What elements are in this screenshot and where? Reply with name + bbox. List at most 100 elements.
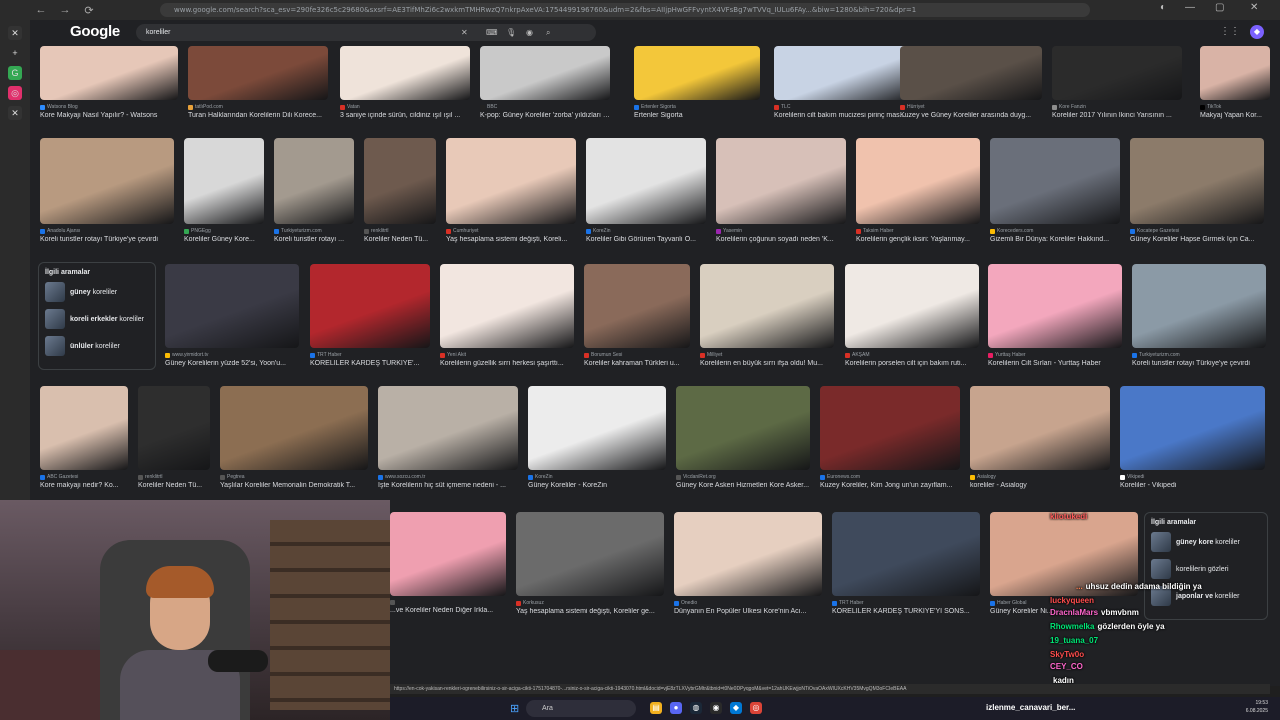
search-icon[interactable]: ⌕ <box>546 24 550 41</box>
result-caption[interactable]: K-pop: Güney Koreliler 'zorba' yıldızlar… <box>480 112 610 119</box>
result-thumbnail[interactable] <box>674 512 822 596</box>
taskbar-window-title[interactable]: izlenme_canavari_ber... <box>986 703 1075 712</box>
image-result[interactable]: TikTok Makyaj Yapan Kor... <box>1200 46 1270 119</box>
image-result[interactable]: renklitrtl Koreliler Neden Tü... <box>364 138 436 243</box>
result-source[interactable]: Hürriyet <box>900 104 1042 110</box>
result-source[interactable]: Ertenler Sigorta <box>634 104 760 110</box>
result-source[interactable]: Turkiyeturizm.com <box>1132 352 1266 358</box>
result-caption[interactable]: Güney Kore Askeri Hizmetleri Kore Asker.… <box>676 482 810 489</box>
result-thumbnail[interactable] <box>990 138 1120 224</box>
result-caption[interactable]: Koreliler kahraman Türkleri u... <box>584 360 690 367</box>
result-thumbnail[interactable] <box>1120 386 1265 470</box>
image-result[interactable]: Ertenler Sigorta Ertenler Sigorta <box>634 46 760 119</box>
result-source[interactable]: Kore Fanzin <box>1052 104 1182 110</box>
image-result[interactable]: Turkiyeturizm.com Koreli turistler rotayı… <box>274 138 354 243</box>
image-result[interactable]: Turkiyeturizm.com Koreli turistler rotayı… <box>1132 264 1266 367</box>
result-thumbnail[interactable] <box>364 138 436 224</box>
image-result[interactable]: Euronews.com Kuzey Koreliler, Kim Jong un… <box>820 386 960 489</box>
folder-icon[interactable]: ▤ <box>650 702 662 714</box>
result-source[interactable]: Pegtrea <box>220 474 368 480</box>
result-source[interactable]: Vatan <box>340 104 470 110</box>
result-source[interactable]: TRT Haber <box>832 600 980 606</box>
image-result[interactable]: Pegtrea Yaşlılar Koreliler Memorialin Dem… <box>220 386 368 489</box>
result-caption[interactable]: Yaş hesaplama sistemi değişti, Koreliler… <box>516 608 664 615</box>
result-thumbnail[interactable] <box>188 46 328 100</box>
image-result[interactable]: Taksim Haber Korelilerin gençlik iksiri: … <box>856 138 980 243</box>
steam-icon[interactable]: ◍ <box>690 702 702 714</box>
image-result[interactable]: TRT Haber KORELİLER KARDEŞ TÜRKİYE'... <box>310 264 430 367</box>
result-thumbnail[interactable] <box>634 46 760 100</box>
result-caption[interactable]: Güney Koreliler Hapse Girmek İçin Ca... <box>1130 236 1264 243</box>
result-thumbnail[interactable] <box>676 386 810 470</box>
windows-start-icon[interactable]: ⊞ <box>510 702 519 715</box>
x-icon[interactable]: ✕ <box>8 26 22 40</box>
apps-icon[interactable]: ⋮⋮ <box>1220 26 1240 37</box>
result-thumbnail[interactable] <box>138 386 210 470</box>
close-icon[interactable]: ✕ <box>1250 2 1258 13</box>
result-thumbnail[interactable] <box>1052 46 1182 100</box>
related-search-item[interactable]: koreli erkekler koreliler <box>45 309 149 329</box>
result-source[interactable]: TLC <box>774 104 916 110</box>
image-result[interactable]: Koreceders.com Gizemli Bir Dünya: Korelil… <box>990 138 1120 243</box>
image-result[interactable]: Asialogy koreliler - Asialogy <box>970 386 1110 489</box>
image-result[interactable]: Milliyet Korelilerin en büyük sırrı ifşa … <box>700 264 834 367</box>
result-source[interactable]: VicdaniRet.org <box>676 474 810 480</box>
result-caption[interactable]: Kore Makyajı Nasıl Yapılır? - Watsons <box>40 112 178 119</box>
result-caption[interactable]: Kore makyajı nedir? Ko... <box>40 482 128 489</box>
result-source[interactable]: Turkiyeturizm.com <box>274 228 354 234</box>
result-thumbnail[interactable] <box>390 512 506 596</box>
result-thumbnail[interactable] <box>1132 264 1266 348</box>
result-source[interactable]: PNGEgg <box>184 228 264 234</box>
result-source[interactable]: AKŞAM <box>845 352 979 358</box>
result-caption[interactable]: Korelilerin en büyük sırrı ifşa oldu! Mu… <box>700 360 834 367</box>
image-result[interactable]: PNGEgg Koreliler Güney Kore... <box>184 138 264 243</box>
result-thumbnail[interactable] <box>700 264 834 348</box>
result-thumbnail[interactable] <box>40 138 174 224</box>
image-result[interactable]: Onedio Dünyanın En Popüler Ülkesi Kore'ni… <box>674 512 822 615</box>
result-thumbnail[interactable] <box>716 138 846 224</box>
x-app-icon[interactable]: ✕ <box>8 106 22 120</box>
back-icon[interactable]: ← <box>32 1 50 19</box>
image-result[interactable]: Yeni Akit Korelilerin güzellik sırrı herk… <box>440 264 574 367</box>
result-thumbnail[interactable] <box>220 386 368 470</box>
app-icon[interactable]: ◆ <box>730 702 742 714</box>
result-caption[interactable]: Turan Halklarından Korelilerin Dili Kore… <box>188 112 328 119</box>
result-thumbnail[interactable] <box>165 264 299 348</box>
result-source[interactable]: BBC <box>480 104 610 110</box>
result-caption[interactable]: Korelilerin çoğunun soyadı neden 'K... <box>716 236 846 243</box>
result-source[interactable]: Euronews.com <box>820 474 960 480</box>
result-caption[interactable]: Koreliler Güney Kore... <box>184 236 264 243</box>
result-thumbnail[interactable] <box>310 264 430 348</box>
image-result[interactable]: TRT Haber KORELİLER KARDEŞ TÜRKİYE'Yİ SON… <box>832 512 980 615</box>
result-caption[interactable]: Dünyanın En Popüler Ülkesi Kore'nin Acı.… <box>674 608 822 615</box>
result-caption[interactable]: Koreli turistler rotayı Türkiye'ye çevir… <box>40 236 174 243</box>
result-source[interactable]: Korkusuz <box>516 600 664 606</box>
image-result[interactable]: Vikipedi Koreliler - Vikipedi <box>1120 386 1265 489</box>
image-result[interactable]: Kore Fanzin Koreliler 2017 Yılının İkinci… <box>1052 46 1182 119</box>
chrome-icon[interactable]: ◎ <box>750 702 762 714</box>
result-source[interactable]: TikTok <box>1200 104 1270 110</box>
result-thumbnail[interactable] <box>516 512 664 596</box>
result-caption[interactable]: KORELİLER KARDEŞ TÜRKİYE'Yİ SONS... <box>832 608 980 615</box>
image-result[interactable]: Korkusuz Yaş hesaplama sistemi değişti, K… <box>516 512 664 615</box>
result-source[interactable]: KoreZin <box>528 474 666 480</box>
result-thumbnail[interactable] <box>40 46 178 100</box>
result-caption[interactable]: Koreliler Gibi Görünen Tayvanlı O... <box>586 236 706 243</box>
result-thumbnail[interactable] <box>378 386 518 470</box>
result-caption[interactable]: Koreliler Neden Tü... <box>364 236 436 243</box>
result-caption[interactable]: Korelilerin güzellik sırrı herkesi şaşır… <box>440 360 574 367</box>
image-result[interactable]: Hürriyet Kuzey ve Güney Koreliler arasınd… <box>900 46 1042 119</box>
result-caption[interactable]: Koreli turistler rotayı Türkiye'ye çevir… <box>1132 360 1266 367</box>
google-logo[interactable]: Google <box>70 23 120 40</box>
result-thumbnail[interactable] <box>820 386 960 470</box>
result-caption[interactable]: Kuzey ve Güney Koreliler arasında duyg..… <box>900 112 1042 119</box>
reload-icon[interactable]: ⟳ <box>80 1 98 19</box>
result-thumbnail[interactable] <box>440 264 574 348</box>
result-caption[interactable]: koreliler - Asialogy <box>970 482 1110 489</box>
result-source[interactable]: KoreZin <box>586 228 706 234</box>
result-source[interactable]: renklitrtl <box>364 228 436 234</box>
result-source[interactable]: Yasemin <box>716 228 846 234</box>
image-result[interactable]: renklitrtl Koreliler Neden Tü... <box>138 386 210 489</box>
result-caption[interactable]: Güney Koreliler - KoreZin <box>528 482 666 489</box>
result-thumbnail[interactable] <box>1200 46 1270 100</box>
